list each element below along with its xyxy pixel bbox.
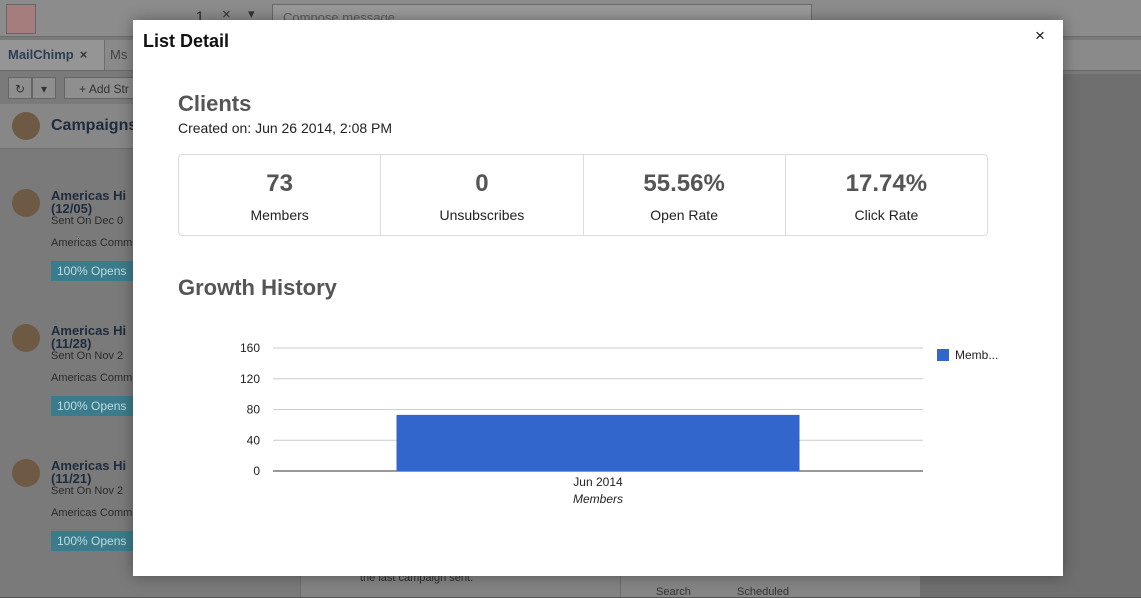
close-icon[interactable]: × — [80, 47, 88, 62]
y-tick-label: 80 — [247, 403, 261, 417]
stat-value: 17.74% — [845, 170, 928, 197]
y-tick-label: 40 — [247, 433, 261, 447]
list-detail-modal: List Detail × Clients Created on: Jun 26… — [133, 20, 1063, 576]
item-sent: Sent On Nov 2 — [51, 350, 124, 362]
close-icon[interactable]: × — [1030, 26, 1050, 46]
stat-value: 55.56% — [643, 170, 725, 197]
stat-label: Members — [250, 207, 309, 223]
list-name: Clients — [178, 91, 252, 116]
tab-label: MailChimp — [8, 47, 74, 62]
stat-value: 73 — [266, 170, 293, 197]
bar-jun-2014 — [396, 414, 800, 471]
growth-chart: 0 40 80 120 160 Jun 2014 Members Memb... — [203, 335, 1023, 540]
created-on: Created on: Jun 26 2014, 2:08 PM — [178, 120, 392, 136]
add-stream-button[interactable]: + Add Str — [64, 77, 144, 99]
legend-label: Memb... — [955, 348, 998, 362]
y-tick-label: 0 — [253, 464, 260, 478]
opens-badge: 100% Opens — [51, 261, 137, 281]
stats-panel: 73 Members 0 Unsubscribes 55.56% Open Ra… — [178, 154, 988, 236]
stat-label: Click Rate — [854, 207, 919, 223]
item-list: Americas Comm — [51, 507, 133, 519]
tab-mailchimp[interactable]: MailChimp × — [0, 40, 105, 70]
stat-label: Open Rate — [650, 207, 718, 223]
avatar[interactable] — [6, 4, 36, 34]
mailchimp-logo-icon — [12, 324, 40, 352]
scheduled-button[interactable]: Scheduled — [737, 586, 789, 598]
mailchimp-logo-icon — [12, 189, 40, 217]
refresh-icon[interactable]: ↻ — [8, 77, 32, 99]
growth-history-title: Growth History — [178, 275, 337, 300]
x-axis-title: Members — [573, 492, 623, 506]
item-list: Americas Comm — [51, 237, 133, 249]
created-label: Created on: — [178, 120, 252, 136]
mailchimp-logo-icon — [12, 112, 40, 140]
y-tick-label: 120 — [240, 372, 260, 386]
item-list: Americas Comm — [51, 372, 133, 384]
stat-unsubscribes: 0 Unsubscribes — [381, 155, 584, 235]
stat-value: 0 — [475, 170, 489, 197]
stat-members: 73 Members — [179, 155, 382, 235]
stat-open-rate: 55.56% Open Rate — [584, 155, 786, 235]
stat-click-rate: 17.74% Click Rate — [786, 155, 987, 235]
created-value: Jun 26 2014, 2:08 PM — [255, 120, 393, 136]
opens-badge: 100% Opens — [51, 396, 137, 416]
growth-chart-svg: 0 40 80 120 160 Jun 2014 Members Memb... — [240, 341, 998, 506]
panel-title: Campaigns — [51, 117, 138, 134]
modal-title: List Detail — [143, 31, 230, 51]
opens-badge: 100% Opens — [51, 531, 137, 551]
item-title: Americas Hi (11/28) — [51, 323, 127, 351]
y-tick-label: 160 — [240, 341, 260, 355]
chevron-down-icon[interactable]: ▾ — [32, 77, 56, 99]
legend-swatch — [937, 349, 949, 361]
x-tick-label: Jun 2014 — [573, 475, 623, 489]
item-sent: Sent On Nov 2 — [51, 485, 124, 497]
item-title: Americas Hi (12/05) — [51, 188, 127, 216]
item-title: Americas Hi (11/21) — [51, 458, 127, 486]
mailchimp-logo-icon — [12, 459, 40, 487]
tab-ms[interactable]: Ms — [102, 40, 135, 70]
stat-label: Unsubscribes — [439, 207, 525, 223]
item-sent: Sent On Dec 0 — [51, 215, 124, 227]
search-button[interactable]: Search — [656, 586, 691, 598]
